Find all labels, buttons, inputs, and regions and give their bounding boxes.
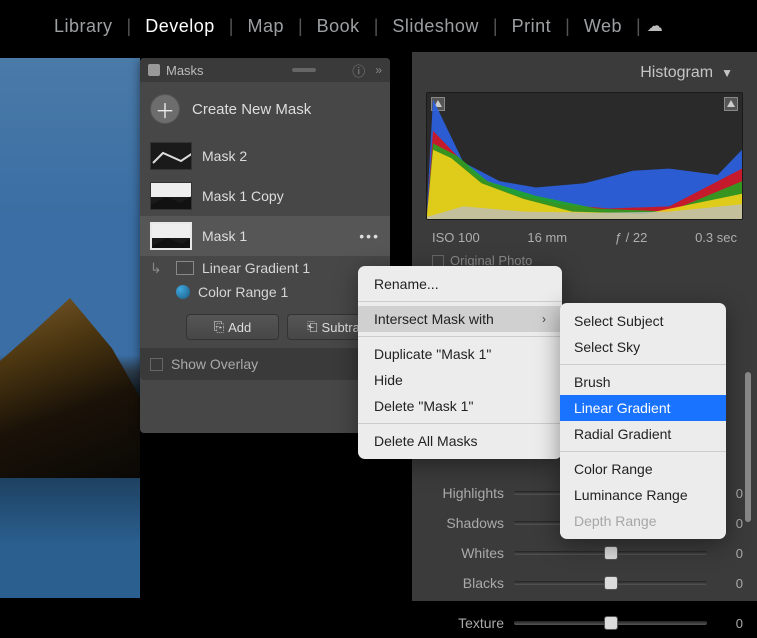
linear-gradient-icon <box>176 261 194 275</box>
module-print[interactable]: Print <box>498 16 566 37</box>
component-branch-icon: ↳ <box>150 260 162 277</box>
mask-thumbnail <box>150 142 192 170</box>
original-photo-checkbox[interactable] <box>432 255 444 267</box>
component-label: Color Range 1 <box>198 284 288 300</box>
exif-shutter: 0.3 sec <box>695 230 737 245</box>
photo-preview[interactable] <box>0 58 140 598</box>
exif-row: ISO 100 16 mm ƒ / 22 0.3 sec <box>412 226 757 253</box>
collapse-icon[interactable]: » <box>375 63 382 77</box>
exif-focal: 16 mm <box>527 230 567 245</box>
intersect-submenu: Select Subject Select Sky Brush Linear G… <box>560 303 726 539</box>
mask-more-icon[interactable]: ••• <box>359 228 380 244</box>
slider-whites[interactable]: Whites0 <box>426 538 743 568</box>
module-map[interactable]: Map <box>233 16 298 37</box>
masks-panel-header[interactable]: Masks ⓘ » <box>140 58 390 82</box>
module-picker: Library| Develop| Map| Book| Slideshow| … <box>0 0 757 52</box>
exif-iso: ISO 100 <box>432 230 480 245</box>
masks-title: Masks <box>166 63 204 78</box>
info-icon[interactable]: ⓘ <box>352 61 365 80</box>
mask-thumbnail <box>150 182 192 210</box>
add-component-button[interactable]: ⎘Add <box>186 314 279 340</box>
histogram-chart <box>427 93 742 219</box>
slider-blacks[interactable]: Blacks0 <box>426 568 743 598</box>
submenu-select-sky[interactable]: Select Sky <box>560 334 726 360</box>
submenu-select-subject[interactable]: Select Subject <box>560 308 726 334</box>
create-new-mask[interactable]: ＋ Create New Mask <box>140 82 390 136</box>
show-overlay-label: Show Overlay <box>171 356 258 372</box>
cloud-sync-icon[interactable]: ☁ <box>647 16 663 36</box>
mask-context-menu: Rename... Intersect Mask with› Duplicate… <box>358 266 562 459</box>
slider-texture[interactable]: Texture0 <box>426 608 743 638</box>
menu-hide[interactable]: Hide <box>358 367 562 393</box>
show-overlay-row[interactable]: Show Overlay <box>140 348 390 380</box>
mask-item[interactable]: Mask 1 ••• <box>140 216 390 256</box>
histogram[interactable] <box>426 92 743 220</box>
module-slideshow[interactable]: Slideshow <box>378 16 493 37</box>
submenu-color-range[interactable]: Color Range <box>560 456 726 482</box>
histogram-title: Histogram <box>640 64 713 82</box>
mask-name: Mask 1 <box>202 228 247 244</box>
module-web[interactable]: Web <box>570 16 636 37</box>
color-range-icon <box>176 285 190 299</box>
scrollbar[interactable] <box>745 372 751 522</box>
masks-panel: Masks ⓘ » ＋ Create New Mask Mask 2 Mask … <box>140 58 390 433</box>
drag-handle-icon[interactable] <box>292 68 316 72</box>
mask-name: Mask 2 <box>202 148 247 164</box>
menu-intersect[interactable]: Intersect Mask with› <box>358 306 562 332</box>
submenu-depth-range: Depth Range <box>560 508 726 534</box>
mask-item[interactable]: Mask 2 <box>140 136 390 176</box>
component-label: Linear Gradient 1 <box>202 260 310 276</box>
module-library[interactable]: Library <box>40 16 127 37</box>
submenu-radial-gradient[interactable]: Radial Gradient <box>560 421 726 447</box>
collapse-icon: ▼ <box>721 66 733 80</box>
mask-name: Mask 1 Copy <box>202 188 284 204</box>
module-develop[interactable]: Develop <box>131 16 229 37</box>
submenu-luminance-range[interactable]: Luminance Range <box>560 482 726 508</box>
subtract-icon: ⎗ <box>307 319 317 335</box>
menu-duplicate[interactable]: Duplicate "Mask 1" <box>358 341 562 367</box>
plus-icon: ＋ <box>150 94 180 124</box>
mask-item[interactable]: Mask 1 Copy <box>140 176 390 216</box>
masks-icon <box>148 64 160 76</box>
histogram-header[interactable]: Histogram ▼ <box>412 58 757 92</box>
exif-aperture: ƒ / 22 <box>615 230 648 245</box>
module-book[interactable]: Book <box>303 16 374 37</box>
mask-component[interactable]: Linear Gradient 1 <box>140 256 390 280</box>
create-mask-label: Create New Mask <box>192 101 311 118</box>
menu-delete[interactable]: Delete "Mask 1" <box>358 393 562 419</box>
mask-thumbnail <box>150 222 192 250</box>
submenu-brush[interactable]: Brush <box>560 369 726 395</box>
menu-rename[interactable]: Rename... <box>358 271 562 297</box>
mask-component[interactable]: Color Range 1 <box>140 280 390 304</box>
submenu-linear-gradient[interactable]: Linear Gradient <box>560 395 726 421</box>
show-overlay-checkbox[interactable] <box>150 358 163 371</box>
add-icon: ⎘ <box>214 319 224 335</box>
menu-delete-all[interactable]: Delete All Masks <box>358 428 562 454</box>
chevron-right-icon: › <box>542 312 546 326</box>
